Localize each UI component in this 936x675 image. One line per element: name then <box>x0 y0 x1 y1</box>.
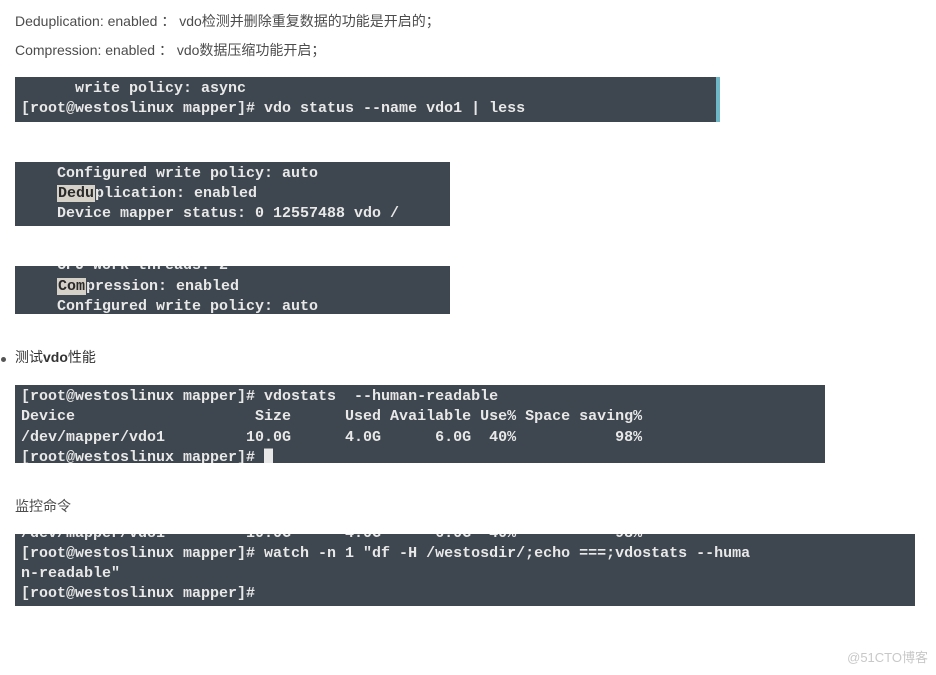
term5-line3: n-readable" <box>21 565 120 582</box>
term4-line3: /dev/mapper/vdo1 10.0G 4.0G 6.0G 40% 98% <box>21 429 642 446</box>
terminal-block-2: Configured write policy: auto Deduplicat… <box>15 162 450 227</box>
term3-rest: pression: enabled <box>86 278 239 295</box>
bullet-pre: 测试 <box>15 349 43 365</box>
term2-line3: Device mapper status: 0 12557488 vdo / <box>21 205 399 222</box>
terminal-block-1: write policy: async [root@westoslinux ma… <box>15 77 720 122</box>
bullet-bold: vdo <box>43 349 68 365</box>
term5-line2: [root@westoslinux mapper]# watch -n 1 "d… <box>21 545 750 562</box>
term5-line1: /dev/mapper/vdo1 10.0G 4.0G 6.0G 40% 98% <box>21 534 642 542</box>
term3-line1: CPU-work threads: 2 <box>21 266 228 274</box>
terminal-block-4: [root@westoslinux mapper]# vdostats --hu… <box>15 385 825 463</box>
bullet-post: 性能 <box>68 349 96 365</box>
term4-line2: Device Size Used Available Use% Space sa… <box>21 408 642 425</box>
watermark: @51CTO博客 <box>847 646 928 671</box>
term4-line1: [root@westoslinux mapper]# vdostats --hu… <box>21 388 498 405</box>
desc-comp: Compression: enabled ： vdo数据压缩功能开启； <box>15 37 921 64</box>
term3-hl: Com <box>57 278 86 295</box>
term5-line4: [root@westoslinux mapper]# <box>21 585 255 602</box>
bullet-dot-icon <box>1 357 6 362</box>
term2-line1: Configured write policy: auto <box>21 165 318 182</box>
term1-line1: write policy: async <box>21 80 246 97</box>
label-monitor: 监控命令 <box>15 493 921 520</box>
term4-line4: [root@westoslinux mapper]# █ <box>21 449 273 463</box>
term2-hl: Dedu <box>57 185 95 202</box>
term3-line3: Configured write policy: auto <box>21 298 318 315</box>
terminal-block-3: CPU-work threads: 2 Compression: enabled… <box>15 266 450 314</box>
desc-dedup: Deduplication: enabled ： vdo检测并删除重复数据的功能… <box>15 8 921 35</box>
bullet-test-vdo: 测试vdo性能 <box>1 344 921 371</box>
term2-rest: plication: enabled <box>95 185 257 202</box>
terminal-block-5: /dev/mapper/vdo1 10.0G 4.0G 6.0G 40% 98%… <box>15 534 915 606</box>
term1-line2: [root@westoslinux mapper]# vdo status --… <box>21 100 525 117</box>
